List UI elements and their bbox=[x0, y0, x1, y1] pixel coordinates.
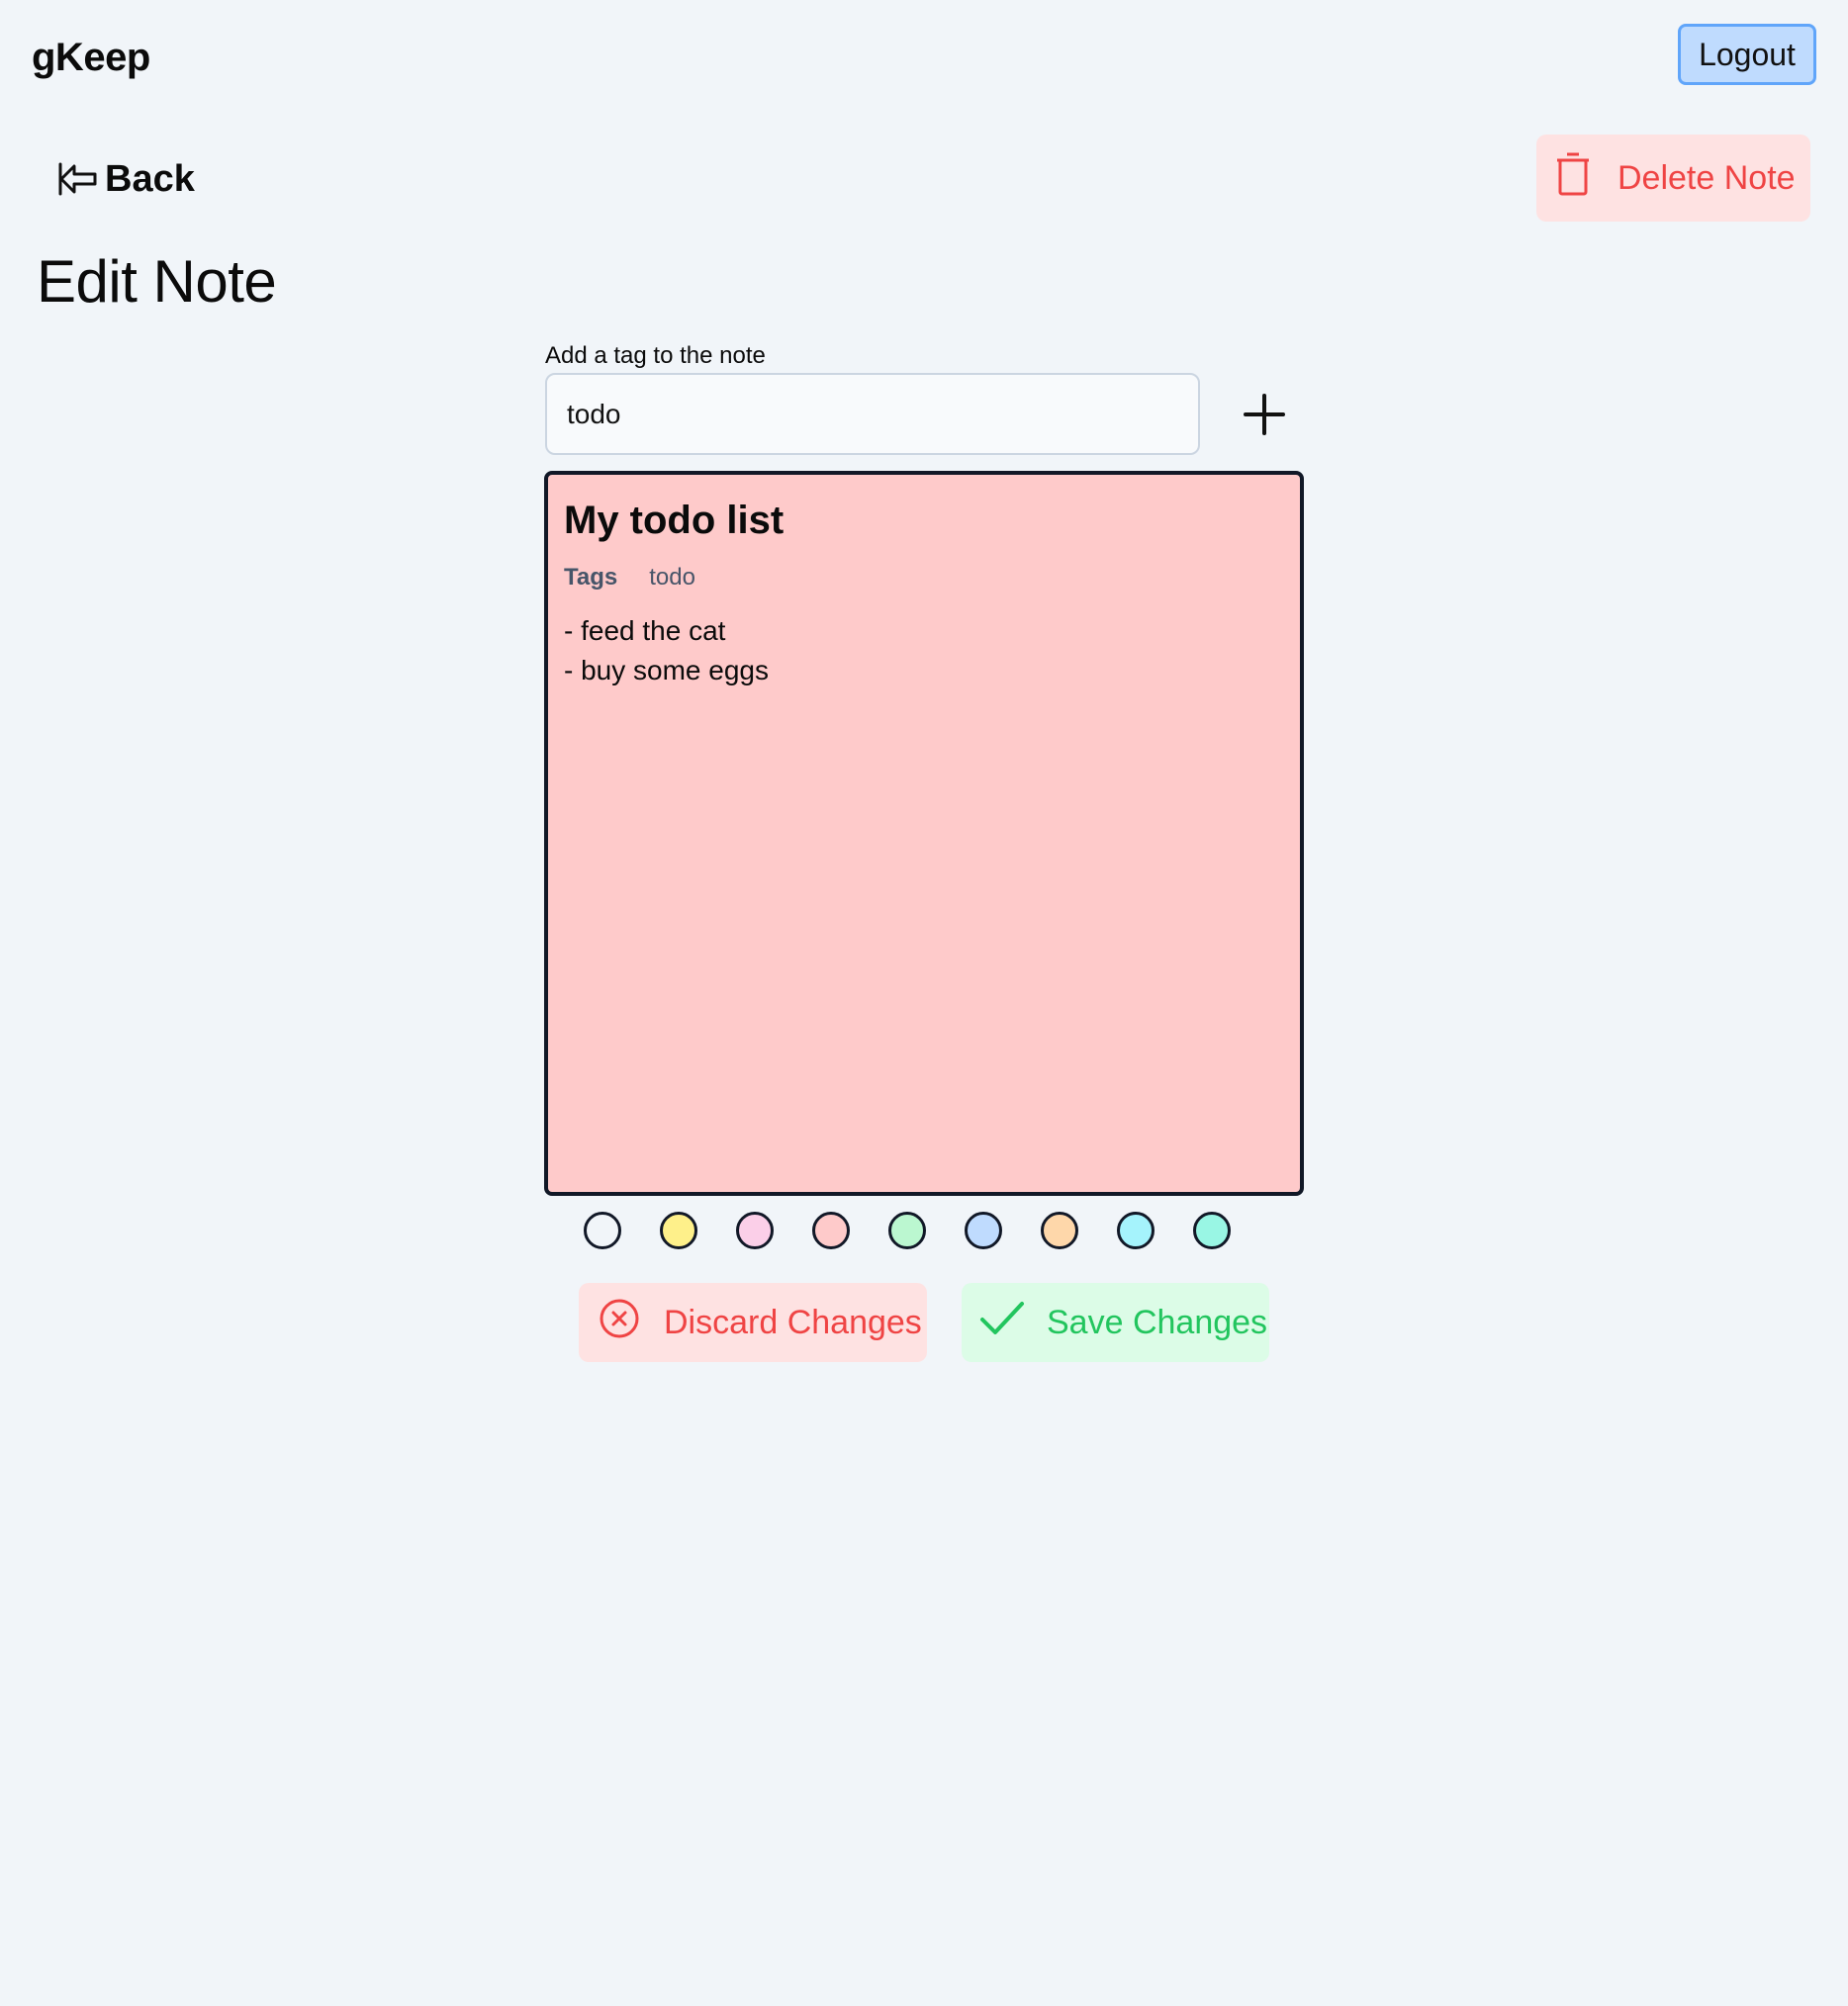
check-icon bbox=[979, 1298, 1025, 1348]
app-title: gKeep bbox=[32, 36, 150, 79]
save-changes-button[interactable]: Save Changes bbox=[962, 1283, 1269, 1362]
color-picker bbox=[584, 1212, 1231, 1249]
delete-note-label: Delete Note bbox=[1617, 158, 1796, 197]
discard-changes-button[interactable]: Discard Changes bbox=[579, 1283, 927, 1362]
plus-icon bbox=[1243, 394, 1286, 440]
color-swatch-orange[interactable] bbox=[1041, 1212, 1078, 1249]
back-label: Back bbox=[105, 157, 195, 200]
note-tags-row: Tags todo bbox=[564, 564, 1284, 592]
note-title[interactable]: My todo list bbox=[564, 497, 1284, 544]
note-body[interactable]: - feed the cat - buy some eggs bbox=[564, 611, 1284, 690]
color-swatch-cyan[interactable] bbox=[1117, 1212, 1155, 1249]
trash-icon bbox=[1556, 152, 1590, 205]
arrow-left-icon bbox=[57, 158, 99, 200]
tags-label: Tags bbox=[564, 564, 618, 591]
note-card[interactable]: My todo list Tags todo - feed the cat - … bbox=[544, 471, 1304, 1196]
delete-note-button[interactable]: Delete Note bbox=[1536, 135, 1810, 222]
x-circle-icon bbox=[599, 1298, 640, 1348]
back-button[interactable]: Back bbox=[57, 152, 195, 206]
color-swatch-gray[interactable] bbox=[584, 1212, 621, 1249]
color-swatch-pink[interactable] bbox=[736, 1212, 774, 1249]
page-title: Edit Note bbox=[37, 248, 277, 315]
color-swatch-red[interactable] bbox=[812, 1212, 850, 1249]
tag-input[interactable] bbox=[545, 373, 1200, 455]
note-line: - feed the cat bbox=[564, 615, 726, 646]
color-swatch-teal[interactable] bbox=[1193, 1212, 1231, 1249]
logout-button[interactable]: Logout bbox=[1678, 24, 1816, 85]
discard-changes-label: Discard Changes bbox=[664, 1303, 922, 1341]
save-changes-label: Save Changes bbox=[1047, 1303, 1268, 1341]
color-swatch-blue[interactable] bbox=[965, 1212, 1002, 1249]
tag-chip[interactable]: todo bbox=[649, 564, 695, 592]
color-swatch-yellow[interactable] bbox=[660, 1212, 697, 1249]
color-swatch-green[interactable] bbox=[888, 1212, 926, 1249]
note-line: - buy some eggs bbox=[564, 655, 769, 685]
tag-input-label: Add a tag to the note bbox=[545, 342, 766, 369]
add-tag-button[interactable] bbox=[1243, 393, 1286, 436]
